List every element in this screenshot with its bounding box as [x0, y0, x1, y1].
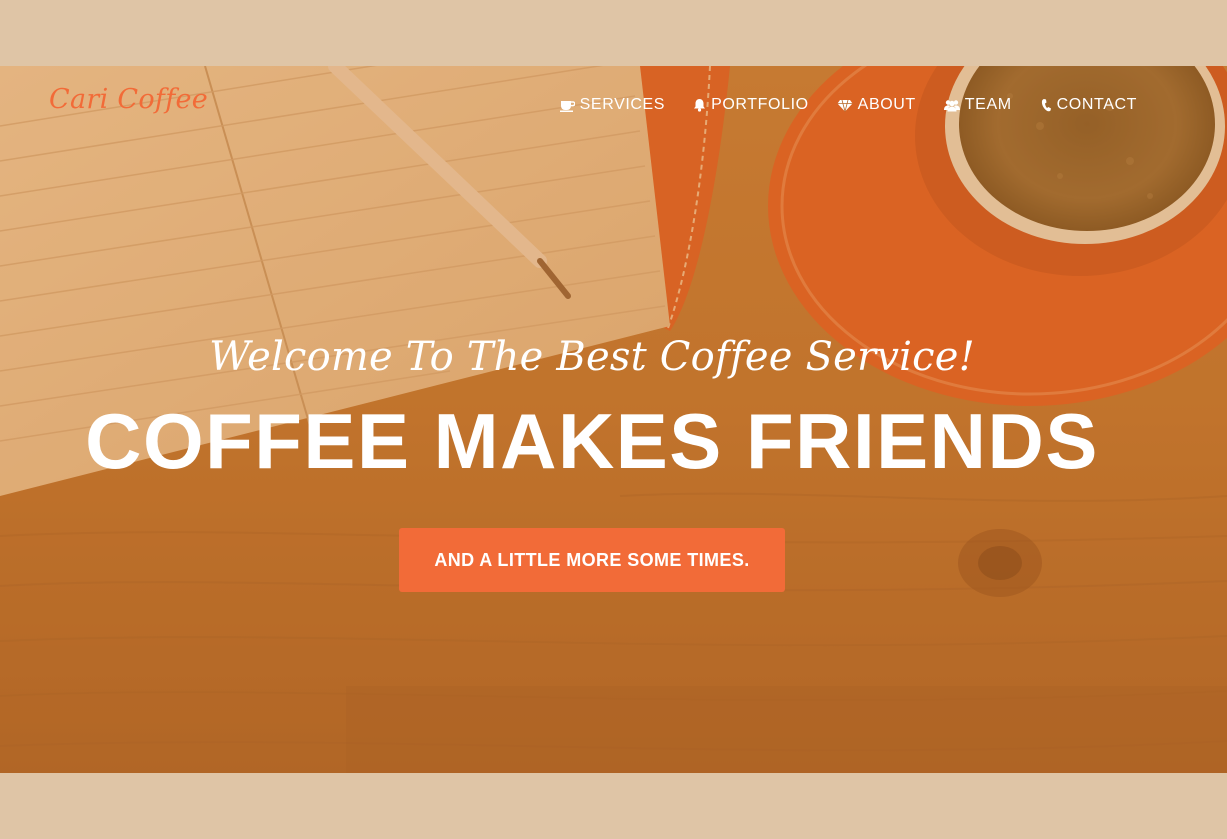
hero-section: Cari Coffee SERVICES PORTFOLIO ABOUT TEA…: [0, 66, 1227, 773]
nav-item-label: ABOUT: [857, 96, 916, 113]
main-nav: SERVICES PORTFOLIO ABOUT TEAM CONTACT: [559, 96, 1137, 114]
phone-icon: [1040, 98, 1052, 112]
bell-icon: [693, 98, 706, 112]
nav-item-label: CONTACT: [1056, 96, 1137, 113]
nav-item-label: TEAM: [964, 96, 1012, 113]
nav-item-contact[interactable]: CONTACT: [1040, 96, 1137, 114]
nav-item-team[interactable]: TEAM: [943, 96, 1012, 114]
nav-item-label: PORTFOLIO: [711, 96, 809, 113]
nav-item-services[interactable]: SERVICES: [559, 96, 666, 114]
coffee-cup-icon: [559, 99, 575, 112]
hero-tagline: Welcome To The Best Coffee Service!: [209, 334, 975, 380]
page: Cari Coffee SERVICES PORTFOLIO ABOUT TEA…: [0, 0, 1227, 839]
nav-item-about[interactable]: ABOUT: [837, 96, 916, 114]
brand-logo[interactable]: Cari Coffee: [49, 84, 208, 115]
cta-button[interactable]: AND A LITTLE MORE SOME TIMES.: [399, 528, 785, 592]
nav-item-portfolio[interactable]: PORTFOLIO: [693, 96, 809, 114]
nav-item-label: SERVICES: [579, 96, 666, 113]
users-icon: [943, 99, 960, 112]
hero-headline: COFFEE MAKES FRIENDS: [85, 397, 1099, 485]
diamond-icon: [837, 99, 853, 112]
